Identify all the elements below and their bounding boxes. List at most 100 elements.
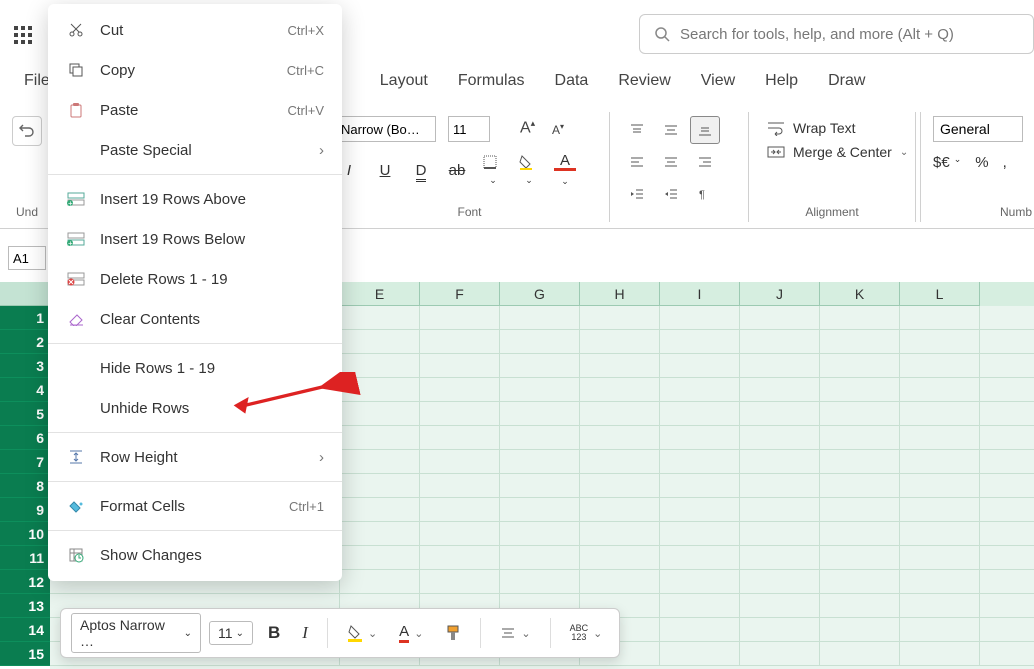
column-header[interactable]: H xyxy=(580,282,660,306)
cell[interactable] xyxy=(340,522,420,545)
tab-formulas[interactable]: Formulas xyxy=(458,72,525,90)
mini-font-select[interactable]: Aptos Narrow …⌄ xyxy=(71,613,201,653)
cell[interactable] xyxy=(900,378,980,401)
cell[interactable] xyxy=(340,306,420,329)
row-header[interactable]: 5 xyxy=(0,402,50,426)
cell[interactable] xyxy=(660,498,740,521)
cell[interactable] xyxy=(580,306,660,329)
cell[interactable] xyxy=(740,522,820,545)
cell[interactable] xyxy=(900,522,980,545)
tab-view[interactable]: View xyxy=(701,72,735,90)
menu-paste-special[interactable]: Paste Special › xyxy=(48,130,342,170)
cell[interactable] xyxy=(420,378,500,401)
menu-copy[interactable]: Copy Ctrl+C xyxy=(48,50,342,90)
row-header[interactable]: 1 xyxy=(0,306,50,330)
column-header[interactable]: I xyxy=(660,282,740,306)
cell[interactable] xyxy=(580,522,660,545)
cell[interactable] xyxy=(580,450,660,473)
grow-font-button[interactable]: A▴ xyxy=(520,118,535,137)
fill-color-button[interactable]: ⌄ xyxy=(518,154,540,187)
row-header[interactable]: 3 xyxy=(0,354,50,378)
cell[interactable] xyxy=(740,426,820,449)
cell[interactable] xyxy=(740,330,820,353)
menu-clear-contents[interactable]: Clear Contents xyxy=(48,299,342,339)
cell[interactable] xyxy=(900,498,980,521)
cell[interactable] xyxy=(740,618,820,641)
cell[interactable] xyxy=(820,570,900,593)
cell[interactable] xyxy=(660,642,740,665)
cell[interactable] xyxy=(820,378,900,401)
menu-format-cells[interactable]: Format Cells Ctrl+1 xyxy=(48,486,342,526)
align-center-button[interactable] xyxy=(656,148,686,176)
search-input[interactable]: Search for tools, help, and more (Alt + … xyxy=(639,14,1034,54)
cell[interactable] xyxy=(820,474,900,497)
row-header[interactable]: 7 xyxy=(0,450,50,474)
cell[interactable] xyxy=(580,402,660,425)
menu-unhide-rows[interactable]: Unhide Rows xyxy=(48,388,342,428)
cell[interactable] xyxy=(420,570,500,593)
cell[interactable] xyxy=(900,474,980,497)
column-header[interactable]: E xyxy=(340,282,420,306)
merge-center-button[interactable]: Merge & Center ⌄ xyxy=(767,144,915,160)
cell[interactable] xyxy=(820,450,900,473)
cell[interactable] xyxy=(740,642,820,665)
cell[interactable] xyxy=(820,354,900,377)
cell[interactable] xyxy=(340,546,420,569)
cell[interactable] xyxy=(500,426,580,449)
cell[interactable] xyxy=(660,570,740,593)
decrease-indent-button[interactable] xyxy=(622,180,652,208)
cell[interactable] xyxy=(900,546,980,569)
border-button[interactable]: ⌄ xyxy=(482,154,504,187)
cell[interactable] xyxy=(580,378,660,401)
cell[interactable] xyxy=(580,498,660,521)
cell[interactable] xyxy=(900,306,980,329)
cell[interactable] xyxy=(580,546,660,569)
cell[interactable] xyxy=(500,354,580,377)
cell[interactable] xyxy=(500,306,580,329)
underline-button[interactable]: U xyxy=(374,162,396,179)
row-header[interactable]: 11 xyxy=(0,546,50,570)
align-middle-button[interactable] xyxy=(656,116,686,144)
menu-show-changes[interactable]: Show Changes xyxy=(48,535,342,575)
cell[interactable] xyxy=(740,570,820,593)
shrink-font-button[interactable]: A▾ xyxy=(552,122,564,137)
tab-layout[interactable]: Layout xyxy=(380,72,428,90)
cell[interactable] xyxy=(500,570,580,593)
cell[interactable] xyxy=(820,522,900,545)
cell[interactable] xyxy=(500,498,580,521)
increase-indent-button[interactable] xyxy=(656,180,686,208)
cell[interactable] xyxy=(660,618,740,641)
cell[interactable] xyxy=(500,378,580,401)
cell[interactable] xyxy=(820,402,900,425)
cell[interactable] xyxy=(740,354,820,377)
column-header[interactable]: K xyxy=(820,282,900,306)
font-color-button[interactable]: A ⌄ xyxy=(554,152,576,188)
tab-help[interactable]: Help xyxy=(765,72,798,90)
cell[interactable] xyxy=(660,594,740,617)
cell[interactable] xyxy=(580,474,660,497)
mini-font-color-button[interactable]: A xyxy=(392,618,430,648)
cell[interactable] xyxy=(900,642,980,665)
app-launcher-icon[interactable] xyxy=(14,26,32,44)
cell[interactable] xyxy=(740,402,820,425)
cell[interactable] xyxy=(900,570,980,593)
comma-button[interactable]: , xyxy=(1003,154,1007,171)
double-underline-button[interactable]: D xyxy=(410,162,432,179)
percent-button[interactable]: % xyxy=(975,154,988,171)
align-left-button[interactable] xyxy=(622,148,652,176)
cell[interactable] xyxy=(740,450,820,473)
mini-align-button[interactable] xyxy=(493,620,537,646)
name-box[interactable] xyxy=(8,246,46,270)
cell[interactable] xyxy=(660,378,740,401)
column-header[interactable]: F xyxy=(420,282,500,306)
cell[interactable] xyxy=(660,474,740,497)
cell[interactable] xyxy=(340,474,420,497)
tab-file[interactable]: File xyxy=(24,72,50,90)
cell[interactable] xyxy=(900,450,980,473)
cell[interactable] xyxy=(580,570,660,593)
cell[interactable] xyxy=(340,378,420,401)
number-format-select[interactable] xyxy=(933,116,1023,142)
cell[interactable] xyxy=(500,402,580,425)
cell[interactable] xyxy=(660,330,740,353)
menu-insert-below[interactable]: + Insert 19 Rows Below xyxy=(48,219,342,259)
